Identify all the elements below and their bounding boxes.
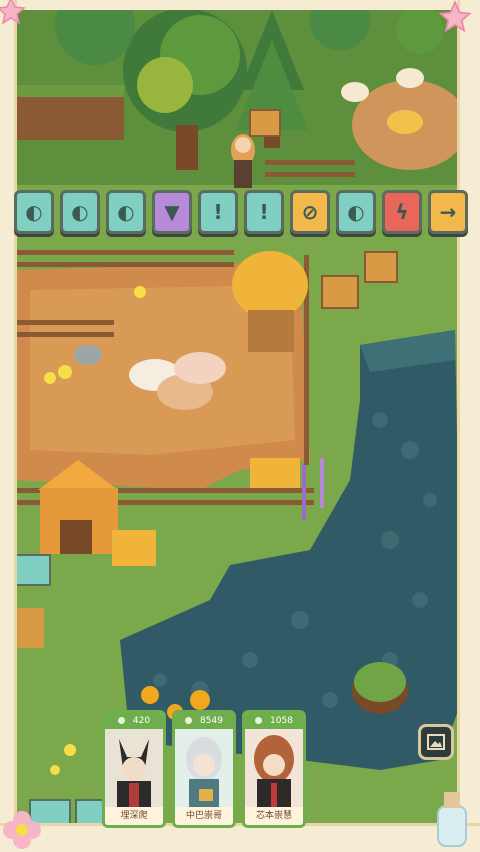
action-tile[interactable]: ◐ bbox=[60, 190, 100, 234]
action-tile[interactable]: ! bbox=[244, 190, 284, 234]
star-icon bbox=[438, 0, 472, 33]
flower-icon bbox=[3, 811, 41, 849]
arrow-right-icon: → bbox=[439, 200, 457, 224]
hero-card[interactable]: 1058 芯本崇慧 bbox=[242, 710, 306, 828]
hero-card-cost-value: 420 bbox=[132, 716, 151, 726]
alert-icon: ! bbox=[259, 200, 269, 224]
seed-icon: ◐ bbox=[347, 200, 365, 224]
hero-card[interactable]: 420 埋深爬 bbox=[102, 710, 166, 828]
action-tile[interactable]: ◐ bbox=[106, 190, 146, 234]
no-icon: ⊘ bbox=[301, 200, 319, 224]
carrot-icon: ▼ bbox=[164, 200, 180, 224]
hay-nest bbox=[387, 110, 423, 134]
hero-card-name: 中巴崇哥 bbox=[175, 807, 233, 825]
frame-right bbox=[457, 0, 480, 852]
hero-card-cost-value: 1058 bbox=[270, 716, 293, 726]
hero-portrait bbox=[105, 729, 163, 813]
coin-icon bbox=[255, 717, 263, 724]
hero-card-name: 埋深爬 bbox=[105, 807, 163, 825]
seed-icon: ◐ bbox=[25, 200, 43, 224]
hero-card-name: 芯本崇慧 bbox=[245, 807, 303, 825]
gallery-icon bbox=[427, 734, 445, 750]
hero-card-cost: 1058 bbox=[245, 713, 303, 729]
chicken bbox=[341, 82, 369, 102]
action-tile[interactable]: ϟ bbox=[382, 190, 422, 234]
hero-card-cost: 420 bbox=[105, 713, 163, 729]
lightning-icon: ϟ bbox=[395, 200, 409, 224]
coin-icon bbox=[117, 717, 125, 724]
alert-icon: ! bbox=[213, 200, 223, 224]
frame-left bbox=[0, 0, 17, 852]
chicken bbox=[396, 68, 424, 88]
game-screen: ◐ ◐ ◐ ▼!! ⊘ ◐ ϟ → 420 埋深爬 8549 中巴崇哥 1058… bbox=[0, 0, 480, 852]
star-icon bbox=[0, 0, 26, 25]
gallery-button[interactable] bbox=[418, 724, 454, 760]
hero-card[interactable]: 8549 中巴崇哥 bbox=[172, 710, 236, 828]
coin-icon bbox=[185, 717, 193, 724]
farmer-character[interactable] bbox=[231, 134, 255, 188]
bottle-icon bbox=[437, 792, 467, 847]
action-tile[interactable]: ◐ bbox=[336, 190, 376, 234]
hero-card-tray: 420 埋深爬 8549 中巴崇哥 1058 芯本崇慧 bbox=[102, 710, 312, 832]
hero-portrait bbox=[175, 729, 233, 813]
action-tile[interactable]: ◐ bbox=[14, 190, 54, 234]
action-tile[interactable]: ▼ bbox=[152, 190, 192, 234]
action-tile-bar: ◐ ◐ ◐ ▼!! ⊘ ◐ ϟ → bbox=[14, 190, 468, 238]
action-tile[interactable]: ! bbox=[198, 190, 238, 234]
seed-icon: ◐ bbox=[117, 200, 135, 224]
seed-icon: ◐ bbox=[71, 200, 89, 224]
action-tile[interactable]: → bbox=[428, 190, 468, 234]
hero-portrait bbox=[245, 729, 303, 813]
frame-top bbox=[0, 0, 480, 10]
hero-card-cost: 8549 bbox=[175, 713, 233, 729]
hero-card-cost-value: 8549 bbox=[200, 716, 223, 726]
action-tile[interactable]: ⊘ bbox=[290, 190, 330, 234]
